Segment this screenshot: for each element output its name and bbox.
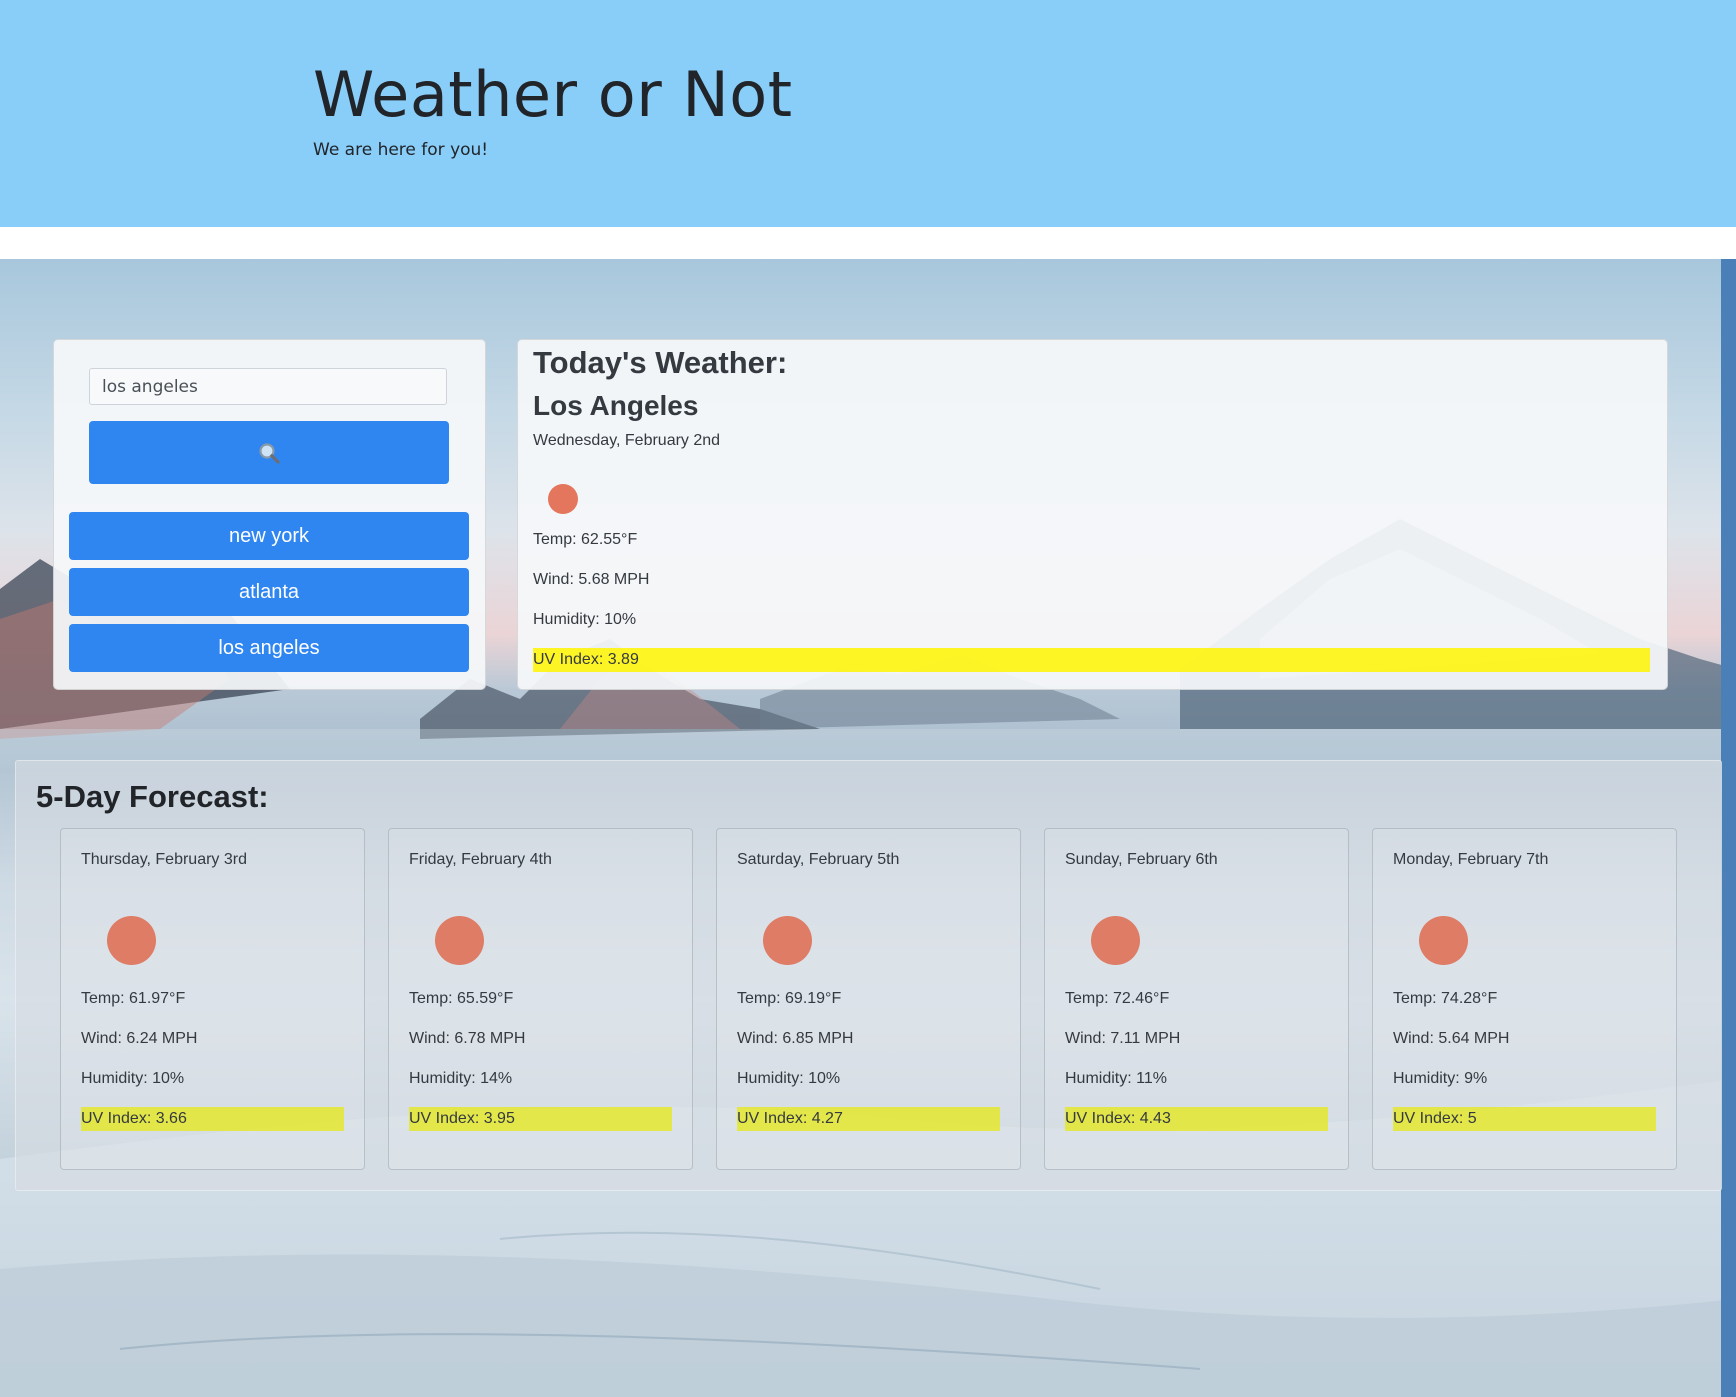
forecast-temp: Temp: 65.59°F [409,990,514,1007]
forecast-humidity: Humidity: 10% [81,1070,185,1087]
forecast-date: Monday, February 7th [1393,851,1549,868]
forecast-card-5: Monday, February 7th Temp: 74.28°F Wind:… [1372,828,1677,1170]
forecast-temp: Temp: 72.46°F [1065,990,1170,1007]
today-uv-index: UV Index: 3.89 [533,648,1650,672]
search-button[interactable] [89,421,449,484]
scrollbar-track[interactable] [1721,259,1736,1397]
sun-icon [1419,916,1468,965]
sun-icon [107,916,156,965]
today-date: Wednesday, February 2nd [533,432,721,449]
sun-icon [1091,916,1140,965]
forecast-wind: Wind: 6.78 MPH [409,1030,526,1047]
forecast-date: Sunday, February 6th [1065,851,1218,868]
forecast-humidity: Humidity: 11% [1065,1070,1167,1087]
site-header: Weather or Not We are here for you! [0,0,1736,227]
forecast-uv-index: UV Index: 4.27 [737,1107,1000,1131]
forecast-uv-index: UV Index: 4.43 [1065,1107,1328,1131]
search-icon [259,442,280,464]
history-button-atlanta[interactable]: atlanta [69,568,469,616]
today-wind: Wind: 5.68 MPH [533,571,650,588]
forecast-card-2: Friday, February 4th Temp: 65.59°F Wind:… [388,828,693,1170]
forecast-uv-index: UV Index: 3.95 [409,1107,672,1131]
forecast-card-3: Saturday, February 5th Temp: 69.19°F Win… [716,828,1021,1170]
forecast-date: Friday, February 4th [409,851,552,868]
site-title: Weather or Not [313,58,793,131]
sun-icon [548,484,578,514]
forecast-humidity: Humidity: 9% [1393,1070,1488,1087]
search-panel: new york atlanta los angeles [53,339,486,690]
forecast-uv-index: UV Index: 5 [1393,1107,1656,1131]
today-weather-panel: Today's Weather: Los Angeles Wednesday, … [517,339,1668,690]
forecast-card-4: Sunday, February 6th Temp: 72.46°F Wind:… [1044,828,1349,1170]
forecast-heading: 5-Day Forecast: [36,779,269,814]
forecast-wind: Wind: 6.85 MPH [737,1030,854,1047]
forecast-card-1: Thursday, February 3rd Temp: 61.97°F Win… [60,828,365,1170]
search-input[interactable] [89,368,447,405]
forecast-date: Saturday, February 5th [737,851,900,868]
today-humidity: Humidity: 10% [533,611,637,628]
forecast-humidity: Humidity: 10% [737,1070,841,1087]
forecast-humidity: Humidity: 14% [409,1070,513,1087]
forecast-temp: Temp: 74.28°F [1393,990,1498,1007]
forecast-temp: Temp: 69.19°F [737,990,842,1007]
today-heading: Today's Weather: [533,345,788,380]
forecast-panel: 5-Day Forecast: Thursday, February 3rd T… [15,760,1722,1191]
forecast-wind: Wind: 6.24 MPH [81,1030,198,1047]
history-button-los-angeles[interactable]: los angeles [69,624,469,672]
today-temp: Temp: 62.55°F [533,531,638,548]
history-button-new-york[interactable]: new york [69,512,469,560]
site-subtitle: We are here for you! [313,140,489,160]
forecast-temp: Temp: 61.97°F [81,990,186,1007]
city-name: Los Angeles [533,390,699,421]
forecast-wind: Wind: 7.11 MPH [1065,1030,1181,1047]
forecast-date: Thursday, February 3rd [81,851,247,868]
forecast-uv-index: UV Index: 3.66 [81,1107,344,1131]
forecast-wind: Wind: 5.64 MPH [1393,1030,1510,1047]
sun-icon [763,916,812,965]
sun-icon [435,916,484,965]
